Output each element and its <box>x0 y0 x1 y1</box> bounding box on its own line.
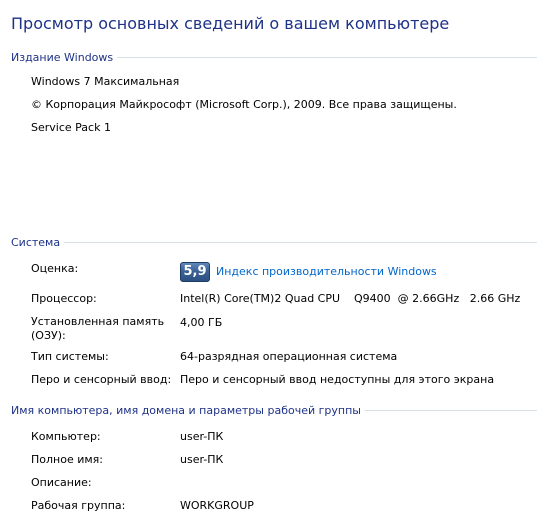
edition-copyright: © Корпорация Майкрософт (Microsoft Corp.… <box>31 98 457 111</box>
workgroup-value: WORKGROUP <box>180 499 254 512</box>
edition-header-rule <box>117 57 537 58</box>
computer-header-rule <box>364 410 537 411</box>
full-name-label: Полное имя: <box>31 453 103 466</box>
page-title: Просмотр основных сведений о вашем компь… <box>11 14 450 33</box>
memory-value: 4,00 ГБ <box>180 316 223 329</box>
system-section-header: Система <box>11 235 537 249</box>
system-type-value: 64-разрядная операционная система <box>180 350 398 363</box>
edition-service-pack: Service Pack 1 <box>31 121 111 134</box>
memory-label-line2: (ОЗУ): <box>31 329 66 342</box>
system-type-label: Тип системы: <box>31 350 109 363</box>
processor-label: Процессор: <box>31 292 97 305</box>
memory-label-line1: Установленная память <box>31 315 165 328</box>
description-label: Описание: <box>31 476 92 489</box>
system-header-label: Система <box>11 235 61 249</box>
edition-header-label: Издание Windows <box>11 50 114 64</box>
computer-name-label: Компьютер: <box>31 430 101 443</box>
edition-section-header: Издание Windows <box>11 50 537 64</box>
full-name-value: user-ПК <box>180 453 224 466</box>
performance-index-link[interactable]: Индекс производительности Windows <box>216 265 437 278</box>
processor-value: Intel(R) Core(TM)2 Quad CPU Q9400 @ 2.66… <box>180 292 520 305</box>
system-header-rule <box>64 242 537 243</box>
computer-header-label: Имя компьютера, имя домена и параметры р… <box>11 403 361 417</box>
rating-label: Оценка: <box>31 262 79 275</box>
computer-name-value: user-ПК <box>180 430 224 443</box>
processor-value-text: Intel(R) Core(TM)2 Quad CPU Q9400 @ 2.66… <box>180 292 521 305</box>
edition-name: Windows 7 Максимальная <box>31 75 180 88</box>
workgroup-label: Рабочая группа: <box>31 499 126 512</box>
performance-score-badge[interactable]: 5,9 <box>180 262 210 282</box>
computer-section-header: Имя компьютера, имя домена и параметры р… <box>11 403 537 417</box>
pen-touch-value: Перо и сенсорный ввод недоступны для это… <box>180 373 495 386</box>
pen-touch-label: Перо и сенсорный ввод: <box>31 373 172 386</box>
